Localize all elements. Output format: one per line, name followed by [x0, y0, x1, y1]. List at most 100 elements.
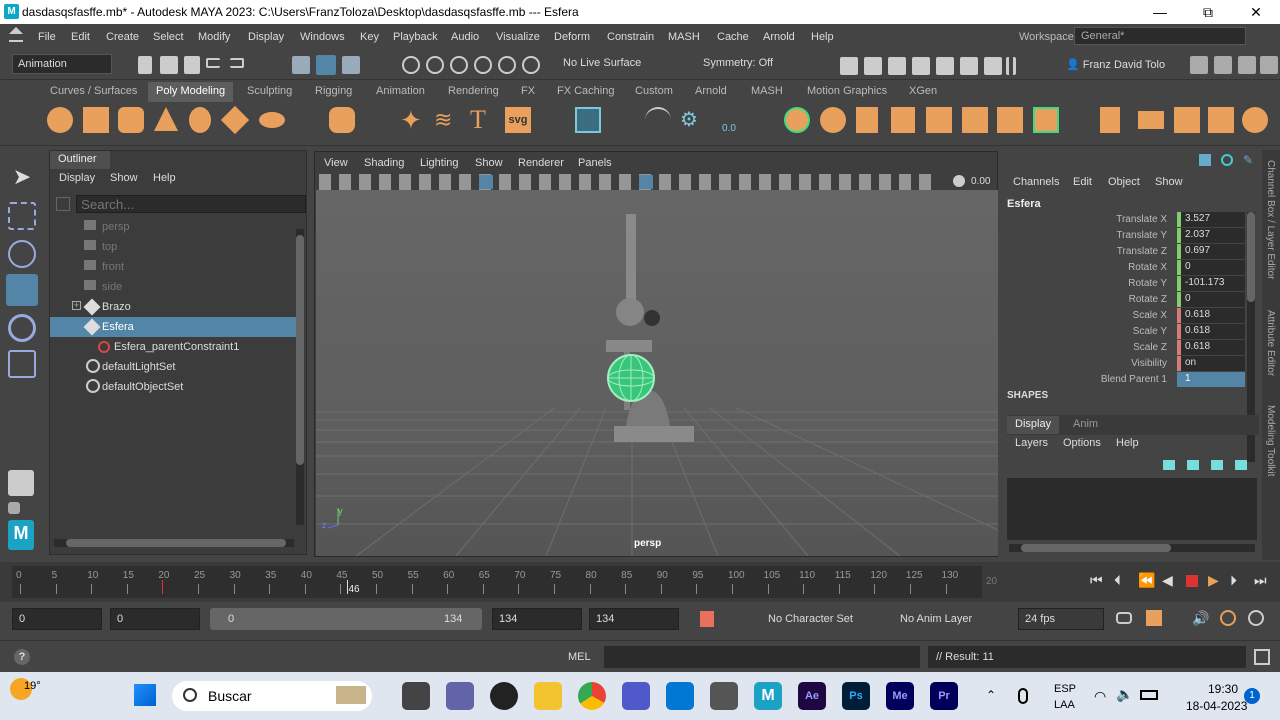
render-view-icon[interactable] — [912, 57, 930, 75]
battery-icon[interactable] — [1140, 690, 1158, 700]
shelf-tab-rendering[interactable]: Rendering — [448, 85, 499, 97]
outliner-hscroll[interactable] — [54, 539, 294, 547]
shelf-tab-fx[interactable]: FX — [521, 85, 535, 97]
single-view-icon[interactable] — [8, 470, 34, 496]
task-view-icon[interactable] — [402, 682, 430, 710]
menu-arnold[interactable]: Arnold — [763, 31, 795, 43]
smooth-shade-icon[interactable] — [639, 175, 653, 189]
open-scene-icon[interactable] — [160, 56, 178, 74]
outliner-filter-icon[interactable] — [56, 197, 70, 211]
channel-menu-channels[interactable]: Channels — [1013, 176, 1059, 188]
channel-value-field[interactable]: 0.618 — [1177, 340, 1245, 355]
channel-edit-icon[interactable]: ✎ — [1243, 154, 1255, 166]
side-tab-modeling-toolkit[interactable]: Modeling Toolkit — [1265, 405, 1276, 477]
shelf-tab-mash[interactable]: MASH — [751, 85, 783, 97]
super-shape-icon[interactable]: ✦ — [400, 107, 426, 133]
volume-icon[interactable]: 🔈 — [1116, 686, 1133, 703]
channel-row[interactable]: Rotate X 0 — [1003, 260, 1259, 276]
channel-value-field[interactable]: 0.697 — [1177, 244, 1245, 259]
shelf-tab-xgen[interactable]: XGen — [909, 85, 937, 97]
help-icon[interactable]: ? — [14, 649, 30, 665]
viewport-menu-show[interactable]: Show — [475, 157, 503, 169]
shelf-tab-animation[interactable]: Animation — [376, 85, 425, 97]
menu-modify[interactable]: Modify — [198, 31, 230, 43]
after-effects-icon[interactable]: Ae — [798, 682, 826, 710]
maya-taskbar-icon[interactable]: M — [754, 682, 782, 710]
channel-row[interactable]: Rotate Y -101.173 — [1003, 276, 1259, 292]
side-tab-attribute-editor[interactable]: Attribute Editor — [1265, 310, 1276, 376]
channel-row[interactable]: Translate Y 2.037 — [1003, 228, 1259, 244]
channel-value-field[interactable]: 0 — [1177, 292, 1245, 307]
anim-prefs-icon[interactable] — [1248, 610, 1264, 626]
step-back-key-icon[interactable]: ⏪ — [1138, 572, 1155, 589]
arnold-ipr-icon[interactable] — [984, 57, 1002, 75]
outliner-vscroll[interactable] — [296, 229, 304, 525]
new-scene-icon[interactable] — [138, 56, 152, 74]
language-code[interactable]: ESP — [1054, 683, 1076, 695]
outliner-item-parent-constraint[interactable]: Esfera_parentConstraint1 — [50, 337, 296, 357]
viewport-toolbar[interactable] — [319, 174, 939, 190]
poly-cone-icon[interactable] — [154, 107, 178, 131]
chrome-icon[interactable] — [578, 682, 606, 710]
maximize-button[interactable]: ⧉ — [1188, 2, 1228, 22]
playback-speed-icon[interactable] — [1220, 610, 1236, 626]
sweep-mesh-icon[interactable]: ≋ — [434, 107, 460, 133]
stop-icon[interactable] — [1186, 575, 1198, 587]
play-forward-icon[interactable]: ▶ — [1208, 572, 1219, 589]
timeline-track[interactable]: 0 5 10 15 20 25 30 35 40 45 50 55 60 65 70 75 80 85 90 95 10… — [12, 566, 982, 598]
range-slider[interactable]: 0 134 — [210, 608, 482, 630]
step-back-frame-icon[interactable]: ⏴ — [1114, 572, 1121, 589]
photoshop-icon[interactable]: Ps — [842, 682, 870, 710]
notification-badge[interactable]: 1 — [1244, 688, 1260, 704]
select-component-icon[interactable] — [342, 56, 360, 74]
menu-set-dropdown[interactable]: Animation — [12, 54, 112, 74]
media-encoder-icon[interactable]: Me — [886, 682, 914, 710]
channel-toolbar-icon[interactable] — [1199, 154, 1211, 166]
ipr-render-icon[interactable] — [888, 57, 906, 75]
channel-value-field[interactable]: 0.618 — [1177, 308, 1245, 323]
teams-icon[interactable] — [622, 682, 650, 710]
layer-menu-help[interactable]: Help — [1116, 437, 1139, 449]
outlook-icon[interactable] — [666, 682, 694, 710]
extrude-icon[interactable] — [645, 107, 671, 133]
keyboard-layout[interactable]: LAA — [1054, 699, 1075, 711]
select-object-icon[interactable] — [316, 55, 336, 75]
fill-hole-icon[interactable] — [1100, 107, 1120, 133]
poly-torus-icon[interactable] — [189, 107, 211, 133]
toggle-panel-icon[interactable] — [1190, 56, 1208, 74]
channel-value-field[interactable]: 0 — [1177, 260, 1245, 275]
channel-value-field[interactable]: 2.037 — [1177, 228, 1245, 243]
fps-dropdown[interactable]: 24 fps — [1018, 608, 1104, 630]
menu-cache[interactable]: Cache — [717, 31, 749, 43]
snap-surface-icon[interactable] — [498, 56, 516, 74]
merge-icon[interactable] — [1033, 107, 1059, 133]
multi-cut-icon[interactable] — [1174, 107, 1200, 133]
poly-cylinder-icon[interactable] — [118, 107, 144, 133]
menu-key[interactable]: Key — [360, 31, 379, 43]
smooth-icon[interactable] — [926, 107, 952, 133]
uv-editor-icon[interactable] — [575, 107, 601, 133]
menu-windows[interactable]: Windows — [300, 31, 345, 43]
append-polygon-icon[interactable] — [1138, 111, 1164, 129]
close-button[interactable]: ✕ — [1236, 2, 1276, 22]
channel-row[interactable]: Rotate Z 0 — [1003, 292, 1259, 308]
menu-help[interactable]: Help — [811, 31, 834, 43]
mirror-icon[interactable] — [997, 107, 1023, 133]
live-surface-field[interactable]: No Live Surface — [558, 54, 674, 74]
render-settings-icon[interactable] — [840, 57, 858, 75]
wifi-icon[interactable]: ◠ — [1094, 688, 1106, 705]
viewport-menu-renderer[interactable]: Renderer — [518, 157, 564, 169]
lasso-tool-icon[interactable] — [8, 202, 36, 230]
premiere-icon[interactable]: Pr — [930, 682, 958, 710]
sidebar-toggle-icon[interactable] — [1260, 56, 1278, 74]
select-tool-icon[interactable]: ➤ — [8, 164, 36, 192]
channel-menu-edit[interactable]: Edit — [1073, 176, 1092, 188]
shelf-tab-motion-graphics[interactable]: Motion Graphics — [807, 85, 887, 97]
clock-date[interactable]: 18-04-2023 — [1186, 699, 1247, 713]
snap-grid-icon[interactable] — [402, 56, 420, 74]
go-to-start-icon[interactable]: ⏮ — [1090, 572, 1103, 589]
channel-hscroll[interactable] — [1009, 544, 1255, 552]
grid-toggle-icon[interactable] — [479, 175, 493, 189]
anim-layer-dropdown[interactable]: No Anim Layer — [894, 608, 1000, 630]
extract-icon[interactable] — [856, 107, 878, 133]
